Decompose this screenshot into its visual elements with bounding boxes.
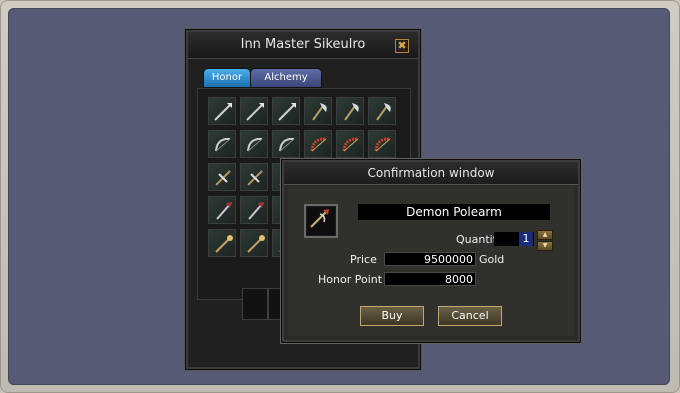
spear-item-slot[interactable] xyxy=(208,97,236,125)
price-field: 9500000 xyxy=(384,252,476,266)
honor-point-label: Honor Point xyxy=(318,273,383,286)
stepper-down-icon[interactable]: ▼ xyxy=(537,241,553,251)
cancel-button[interactable]: Cancel xyxy=(438,306,502,326)
polearm-item-slot[interactable] xyxy=(208,196,236,224)
polearm-item-slot[interactable] xyxy=(240,196,268,224)
polearm-icon xyxy=(304,204,338,238)
axe-item-slot[interactable] xyxy=(336,97,364,125)
spear-item-slot[interactable] xyxy=(272,97,300,125)
item-name-field: Demon Polearm xyxy=(358,204,550,220)
buy-button[interactable]: Buy xyxy=(360,306,424,326)
confirmation-window: Confirmation window Demon Polearm Quanti… xyxy=(282,160,580,342)
close-icon[interactable]: ✖ xyxy=(395,39,409,53)
crossbow-item-slot[interactable] xyxy=(240,163,268,191)
confirm-window-title: Confirmation window xyxy=(284,162,578,185)
quantity-value[interactable]: 1 xyxy=(519,232,533,246)
quantity-stepper[interactable]: ▲ ▼ xyxy=(537,230,553,251)
bow-item-slot[interactable] xyxy=(240,130,268,158)
tab-alchemy-stone[interactable]: Alchemy Stone xyxy=(250,68,322,101)
bottom-slot-left[interactable] xyxy=(242,288,268,320)
fire-bow-item-slot[interactable] xyxy=(304,130,332,158)
honor-point-field: 8000 xyxy=(384,272,476,286)
bow-item-slot[interactable] xyxy=(208,130,236,158)
fire-bow-item-slot[interactable] xyxy=(336,130,364,158)
fire-bow-item-slot[interactable] xyxy=(368,130,396,158)
staff-item-slot[interactable] xyxy=(240,229,268,257)
crossbow-item-slot[interactable] xyxy=(208,163,236,191)
stepper-up-icon[interactable]: ▲ xyxy=(537,230,553,240)
tab-honor-item[interactable]: Honor Item xyxy=(203,68,251,101)
axe-item-slot[interactable] xyxy=(368,97,396,125)
bow-item-slot[interactable] xyxy=(272,130,300,158)
inn-window-title: Inn Master Sikeulro xyxy=(188,32,418,59)
spear-item-slot[interactable] xyxy=(240,97,268,125)
price-label: Price xyxy=(350,253,377,266)
staff-item-slot[interactable] xyxy=(208,229,236,257)
price-unit: Gold xyxy=(479,253,505,266)
axe-item-slot[interactable] xyxy=(304,97,332,125)
